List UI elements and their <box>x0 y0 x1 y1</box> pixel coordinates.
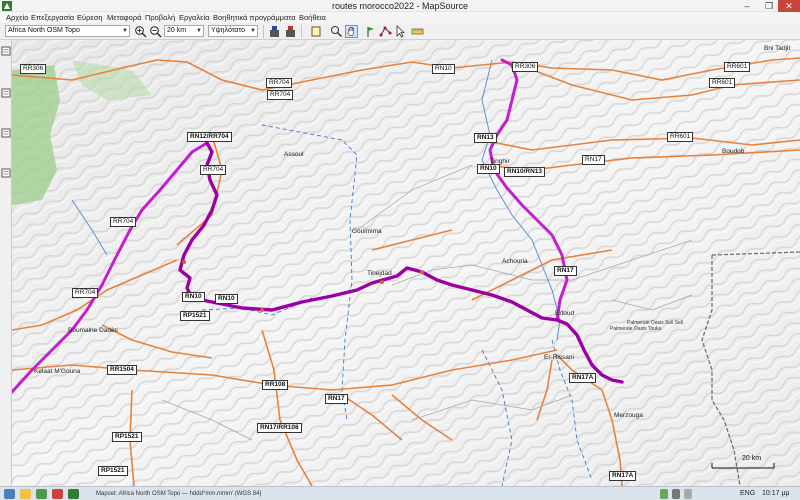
road-label[interactable]: RN17 <box>554 266 577 276</box>
place-label[interactable]: Tinghir <box>490 158 510 166</box>
mapsource-icon[interactable] <box>68 489 79 499</box>
road-label[interactable]: RR704 <box>200 165 227 175</box>
menu-help[interactable]: Βοήθεια <box>299 12 326 23</box>
zoom-level-value: 20 km <box>167 27 187 34</box>
place-label[interactable]: Goulmima <box>352 228 382 236</box>
chevron-down-icon: ▼ <box>122 28 128 34</box>
road-label[interactable]: RR704 <box>267 90 294 100</box>
place-label[interactable]: Assoul <box>284 151 304 159</box>
list-icon[interactable] <box>1 168 11 178</box>
road-label[interactable]: RP1521 <box>112 432 142 442</box>
status-bar: Mapset: Africa North OSM Topo — hddd°mm.… <box>0 486 800 500</box>
title-bar: routes morocco2022 - MapSource ‒ ❐ ✕ <box>0 0 800 12</box>
toolbar-separator <box>263 25 264 38</box>
zoom-in-icon[interactable] <box>134 25 147 38</box>
maximize-button[interactable]: ❐ <box>758 0 780 12</box>
place-label[interactable]: Erfoud <box>555 310 574 318</box>
network-icon[interactable] <box>672 489 680 499</box>
left-toolbar <box>0 40 12 486</box>
road-label[interactable]: RN10 <box>432 64 455 74</box>
selection-tool-icon[interactable] <box>394 25 407 38</box>
toolbar: Africa North OSM Topo ▼ 20 km ▼ Υψηλότατ… <box>0 23 800 40</box>
road-label[interactable]: RN17A <box>569 373 597 383</box>
road-label[interactable]: RR306 <box>20 64 47 74</box>
zoom-tool-icon[interactable] <box>330 25 343 38</box>
place-label[interactable]: Achouria <box>502 258 528 266</box>
menu-view[interactable]: Προβολή <box>145 12 175 23</box>
volume-icon[interactable] <box>684 489 692 499</box>
clock[interactable]: 10:17 μμ <box>762 487 790 500</box>
road-label[interactable]: RR601 <box>724 62 751 72</box>
detail-level-value: Υψηλότατο <box>211 27 246 34</box>
place-label[interactable]: Merzouga <box>614 412 643 420</box>
menu-file[interactable]: Αρχείο <box>6 12 28 23</box>
minimize-button[interactable]: ‒ <box>736 0 758 12</box>
measure-tool-icon[interactable] <box>411 25 424 38</box>
road-label[interactable]: RN17 <box>325 394 348 404</box>
menu-bar: Αρχείο Επεξεργασία Εύρεση Μεταφορά Προβο… <box>0 12 800 23</box>
map-product-select[interactable]: Africa North OSM Topo ▼ <box>5 25 130 37</box>
menu-edit[interactable]: Επεξεργασία <box>31 12 74 23</box>
chevron-down-icon: ▼ <box>250 28 256 34</box>
place-label[interactable]: Bni Tadjit <box>764 45 790 53</box>
road-label[interactable]: RR601 <box>667 132 694 142</box>
road-label[interactable]: RR1504 <box>107 365 137 375</box>
map-layer <box>12 40 800 486</box>
road-label[interactable]: RN17 <box>582 155 605 165</box>
route-tool-icon[interactable] <box>379 25 392 38</box>
toolbar-separator <box>301 25 302 38</box>
road-label[interactable]: RR108 <box>262 380 289 390</box>
zoom-level-select[interactable]: 20 km ▼ <box>164 25 204 37</box>
road-label[interactable]: RN17/RR108 <box>257 423 302 433</box>
list-icon[interactable] <box>1 128 11 138</box>
list-icon[interactable] <box>1 88 11 98</box>
place-label[interactable]: Boudob <box>722 148 744 156</box>
opera-icon[interactable] <box>52 489 63 499</box>
menu-tools[interactable]: Εργαλεία <box>179 12 209 23</box>
close-button[interactable]: ✕ <box>778 0 800 12</box>
start-icon[interactable] <box>4 489 15 499</box>
language-indicator[interactable]: ENG <box>740 487 755 500</box>
app-icon[interactable] <box>36 489 47 499</box>
tray-icon[interactable] <box>660 489 668 499</box>
road-label[interactable]: RN12/RR704 <box>187 132 232 142</box>
hand-pan-icon[interactable] <box>345 25 358 38</box>
road-label[interactable]: RR601 <box>709 78 736 88</box>
place-label[interactable]: Kelaat M'Gouna <box>34 368 80 376</box>
road-label[interactable]: RN13 <box>474 133 497 143</box>
list-icon[interactable] <box>1 46 11 56</box>
road-label[interactable]: RP1521 <box>180 311 210 321</box>
zoom-out-icon[interactable] <box>149 25 162 38</box>
chevron-down-icon: ▼ <box>196 28 202 34</box>
send-to-device-icon[interactable] <box>284 25 297 38</box>
place-label[interactable]: Tinejdad <box>367 270 392 278</box>
mapsource-window: routes morocco2022 - MapSource ‒ ❐ ✕ Αρχ… <box>0 0 800 500</box>
place-label[interactable]: Er-Rissani <box>544 354 574 362</box>
road-label[interactable]: RP1521 <box>98 466 128 476</box>
map-tool-icon[interactable] <box>310 25 323 38</box>
place-label[interactable]: Boumalne Dadès <box>68 327 118 335</box>
road-label[interactable]: RN10 <box>182 292 205 302</box>
road-label[interactable]: RN10 <box>215 294 238 304</box>
file-explorer-icon[interactable] <box>20 489 31 499</box>
road-label[interactable]: RN10/RN13 <box>504 167 546 177</box>
detail-level-select[interactable]: Υψηλότατο ▼ <box>208 25 258 37</box>
window-title: routes morocco2022 - MapSource <box>331 1 469 11</box>
menu-find[interactable]: Εύρεση <box>77 12 103 23</box>
menu-transfer[interactable]: Μεταφορά <box>107 12 141 23</box>
road-label[interactable]: RR704 <box>110 217 137 227</box>
road-label[interactable]: RN17A <box>609 471 637 481</box>
road-label[interactable]: RR306 <box>512 62 539 72</box>
menu-utilities[interactable]: Βοηθητικά προγράμματα <box>213 12 296 23</box>
map-canvas[interactable]: RR306 RR704 RR704 RR704 RN12/RR704 RR704… <box>12 40 800 486</box>
scale-label: 20 km <box>742 455 762 462</box>
status-text: Mapset: Africa North OSM Topo — hddd°mm.… <box>96 491 262 497</box>
waypoint-tool-icon[interactable] <box>364 25 377 38</box>
road-label[interactable]: RR704 <box>72 288 99 298</box>
road-label[interactable]: RR704 <box>266 78 293 88</box>
map-product-value: Africa North OSM Topo <box>8 27 80 34</box>
place-label[interactable]: Palmeraie Oasis Touka <box>610 325 661 333</box>
receive-from-device-icon[interactable] <box>268 25 281 38</box>
